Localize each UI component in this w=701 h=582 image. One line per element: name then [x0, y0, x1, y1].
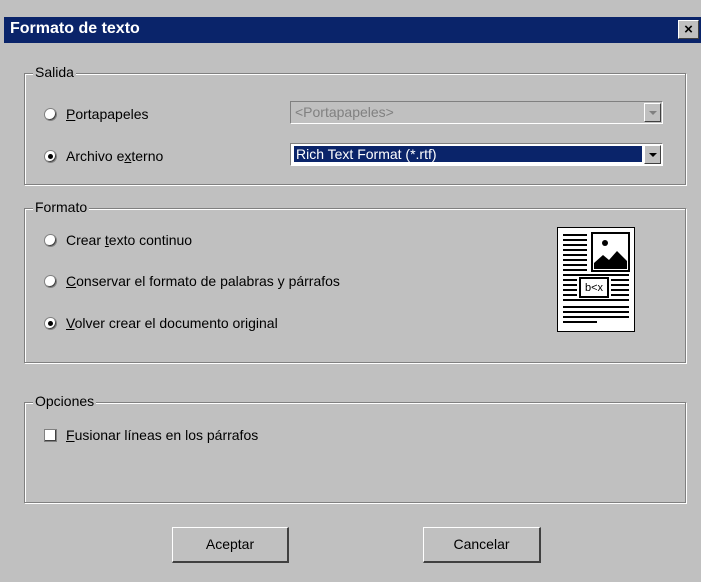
conservar-formato-radio-row[interactable]: Conservar el formato de palabras y párra…	[44, 273, 340, 289]
svg-text:b<x: b<x	[585, 282, 604, 294]
crear-texto-continuo-radio[interactable]	[44, 233, 57, 247]
conservar-formato-radio[interactable]	[44, 274, 57, 288]
archivo-externo-radio[interactable]	[44, 149, 57, 163]
portapapeles-radio[interactable]	[44, 107, 57, 121]
salida-legend: Salida	[33, 64, 76, 80]
fusionar-lineas-checkbox[interactable]	[44, 428, 57, 442]
dialog-title: Formato de texto	[10, 20, 140, 37]
document-layout-icon: b<x	[557, 227, 635, 332]
cancelar-button[interactable]: Cancelar	[423, 527, 541, 563]
chevron-down-icon	[644, 103, 661, 122]
volver-crear-radio[interactable]	[44, 316, 57, 330]
portapapeles-select: <Portapapeles>	[290, 101, 663, 124]
formato-legend: Formato	[33, 199, 90, 215]
salida-group: Salida	[24, 64, 686, 185]
chevron-down-icon[interactable]	[644, 145, 661, 164]
volver-crear-label: Volver crear el documento original	[66, 315, 278, 331]
fusionar-lineas-label: Fusionar líneas en los párrafos	[66, 427, 259, 443]
volver-crear-radio-row[interactable]: Volver crear el documento original	[44, 315, 278, 331]
fusionar-lineas-checkbox-row[interactable]: Fusionar líneas en los párrafos	[44, 427, 258, 443]
archivo-externo-radio-row[interactable]: Archivo externo	[44, 148, 163, 164]
crear-texto-continuo-label: Crear texto continuo	[66, 232, 193, 248]
opciones-legend: Opciones	[33, 393, 97, 409]
conservar-formato-label: Conservar el formato de palabras y párra…	[66, 273, 340, 289]
title-bar: Formato de texto ×	[4, 17, 701, 43]
crear-texto-continuo-radio-row[interactable]: Crear texto continuo	[44, 232, 192, 248]
portapapeles-select-value: <Portapapeles>	[295, 104, 394, 120]
close-icon: ×	[684, 21, 693, 38]
portapapeles-label: Portapapeles	[66, 106, 149, 122]
close-button[interactable]: ×	[678, 20, 699, 39]
archivo-format-select-value: Rich Text Format (*.rtf)	[293, 145, 643, 163]
opciones-group: Opciones	[24, 393, 686, 503]
dialog-window: Formato de texto × Salida Portapapeles <…	[0, 0, 701, 582]
portapapeles-radio-row[interactable]: Portapapeles	[44, 106, 149, 122]
archivo-format-select[interactable]: Rich Text Format (*.rtf)	[290, 143, 663, 166]
aceptar-button[interactable]: Aceptar	[172, 527, 289, 563]
archivo-externo-label: Archivo externo	[66, 148, 164, 164]
